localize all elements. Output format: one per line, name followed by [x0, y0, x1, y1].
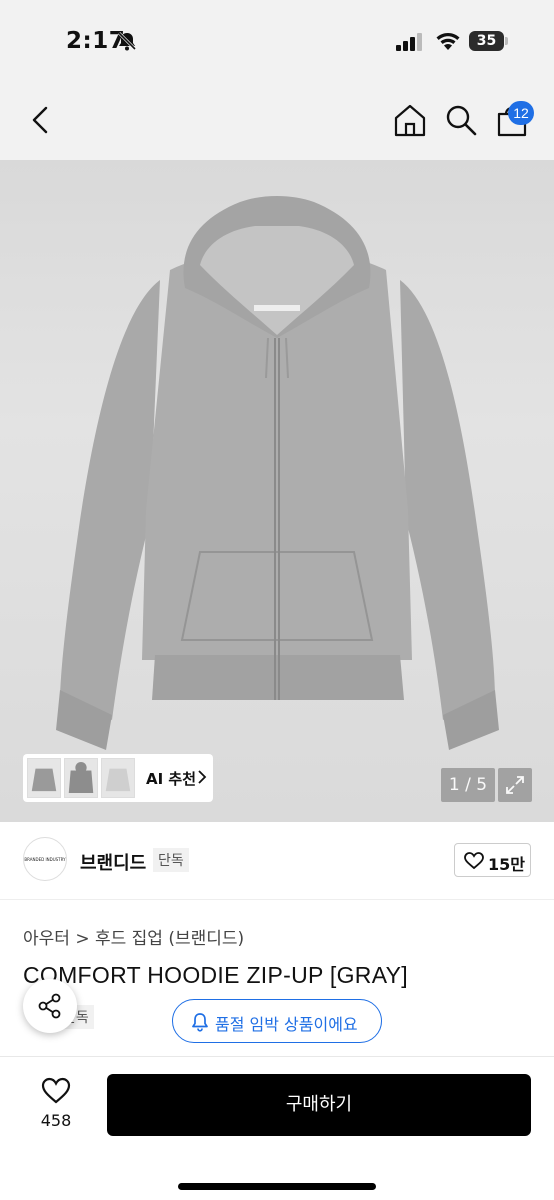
battery-level: 35 — [469, 31, 504, 51]
brand-logo[interactable]: BRANDED INDUSTRY — [23, 837, 67, 881]
brand-like-count: 15만 — [488, 855, 525, 874]
signal-icon — [396, 33, 422, 51]
ai-recommend-label[interactable]: AI 추천 — [146, 768, 196, 789]
thumbnail-3[interactable] — [101, 758, 135, 798]
buy-button[interactable]: 구매하기 — [107, 1074, 531, 1136]
battery-icon: 35 — [469, 31, 509, 51]
wifi-icon — [436, 33, 460, 50]
wishlist-button[interactable]: 458 — [30, 1073, 82, 1133]
home-icon[interactable] — [392, 102, 428, 138]
thumbnail-2[interactable] — [64, 758, 98, 798]
share-icon — [38, 993, 61, 1019]
bell-icon — [192, 1013, 208, 1032]
heart-icon — [464, 852, 484, 870]
expand-icon[interactable] — [498, 768, 532, 802]
brand-like-button[interactable]: 15만 — [454, 843, 531, 877]
chevron-right-icon — [198, 770, 207, 784]
home-indicator — [178, 1183, 376, 1190]
low-stock-text: 품절 임박 상품이에요 — [215, 1015, 358, 1034]
image-page-counter: 1 / 5 — [441, 768, 495, 802]
search-icon[interactable] — [443, 102, 479, 138]
thumbnail-1[interactable] — [27, 758, 61, 798]
brand-exclusive-badge: 단독 — [153, 848, 189, 872]
back-icon[interactable] — [24, 102, 58, 138]
thumbnail-strip[interactable]: AI 추천 — [23, 754, 213, 802]
breadcrumb[interactable]: 아우터 > 후드 집업 (브랜디드) — [23, 924, 244, 949]
heart-icon — [41, 1077, 71, 1104]
bell-muted-icon — [117, 31, 137, 51]
share-button[interactable] — [23, 979, 77, 1033]
cart-count-badge: 12 — [508, 101, 534, 125]
status-bar: 2:17 35 — [0, 0, 554, 80]
brand-name[interactable]: 브랜디드 — [80, 849, 146, 875]
wishlist-count: 458 — [40, 1111, 72, 1130]
product-image[interactable]: AI 추천 1 / 5 — [0, 160, 554, 822]
product-title: COMFORT HOODIE ZIP-UP [GRAY] — [23, 962, 408, 988]
nav-bar — [0, 80, 554, 160]
bottom-action-bar: 458 구매하기 — [0, 1056, 554, 1200]
low-stock-notice: 품절 임박 상품이에요 — [172, 999, 382, 1043]
brand-row[interactable]: BRANDED INDUSTRY 브랜디드 단독 15만 — [0, 822, 554, 900]
hoodie-photo — [56, 196, 499, 750]
